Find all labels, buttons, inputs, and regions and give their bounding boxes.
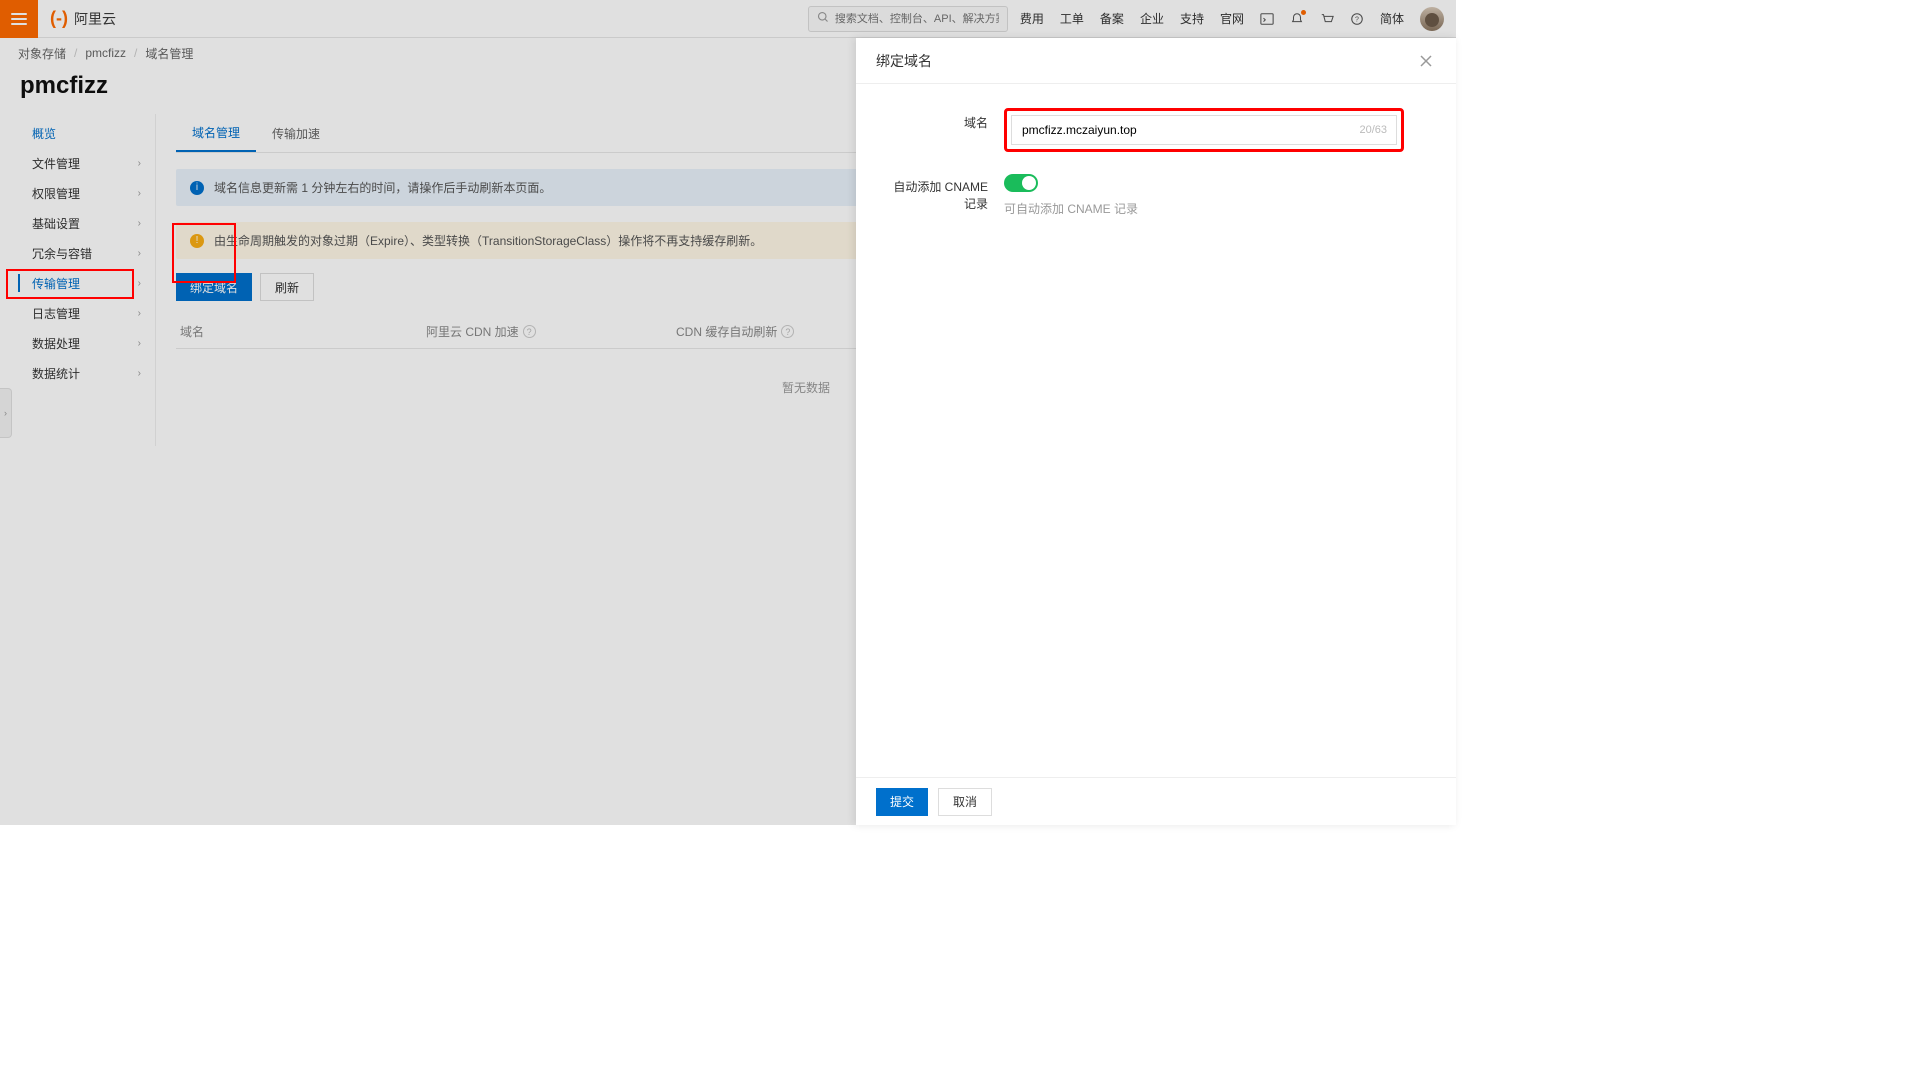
- char-count: 20/63: [1359, 124, 1387, 136]
- domain-input[interactable]: [1011, 115, 1397, 145]
- cname-help-text: 可自动添加 CNAME 记录: [1004, 200, 1428, 217]
- cname-toggle[interactable]: [1004, 174, 1038, 192]
- form-label-domain: 域名: [884, 108, 1004, 131]
- form-row-domain: 域名 20/63: [884, 108, 1428, 152]
- bind-domain-panel: 绑定域名 域名 20/63 自动添加 CNAME 记录: [856, 38, 1456, 825]
- panel-title: 绑定域名: [876, 51, 932, 71]
- form-row-cname: 自动添加 CNAME 记录 可自动添加 CNAME 记录: [884, 172, 1428, 217]
- form-control-domain: 20/63: [1004, 108, 1428, 152]
- panel-footer: 提交 取消: [856, 777, 1456, 825]
- toggle-knob-icon: [1022, 176, 1036, 190]
- submit-button[interactable]: 提交: [876, 788, 928, 816]
- panel-header: 绑定域名: [856, 38, 1456, 84]
- cancel-button[interactable]: 取消: [938, 788, 992, 816]
- annotation-box: 20/63: [1004, 108, 1404, 152]
- panel-body: 域名 20/63 自动添加 CNAME 记录 可自动添加 CNAME 记录: [856, 84, 1456, 777]
- close-icon[interactable]: [1416, 51, 1436, 71]
- form-label-cname: 自动添加 CNAME 记录: [884, 172, 1004, 212]
- form-control-cname: 可自动添加 CNAME 记录: [1004, 172, 1428, 217]
